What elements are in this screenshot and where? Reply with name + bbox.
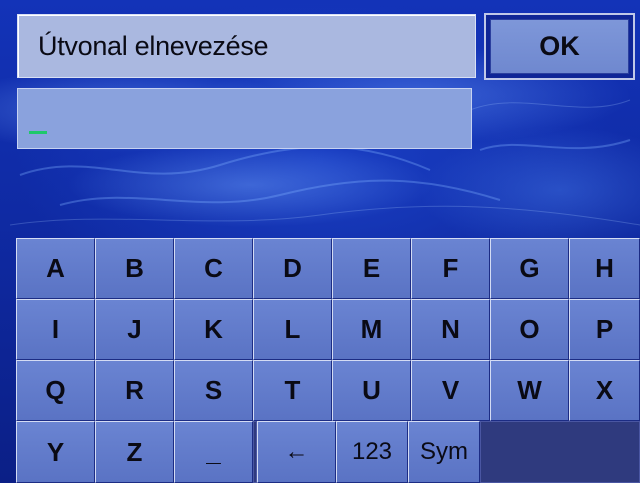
- key-b[interactable]: B: [95, 238, 174, 299]
- key-s[interactable]: S: [174, 360, 253, 421]
- key-m[interactable]: M: [332, 299, 411, 360]
- title-box: Útvonal elnevezése: [17, 14, 476, 78]
- key-p[interactable]: P: [569, 299, 640, 360]
- key-e[interactable]: E: [332, 238, 411, 299]
- on-screen-keyboard: A B C D E F G H I J K L M N O P Q R S T …: [16, 238, 640, 483]
- empty-key-area: [480, 421, 640, 483]
- key-i[interactable]: I: [16, 299, 95, 360]
- text-cursor: [29, 131, 47, 134]
- key-symbols[interactable]: Sym: [408, 421, 480, 483]
- key-underscore[interactable]: _: [174, 421, 253, 483]
- key-t[interactable]: T: [253, 360, 332, 421]
- key-w[interactable]: W: [490, 360, 569, 421]
- route-name-input[interactable]: [17, 88, 472, 149]
- key-g[interactable]: G: [490, 238, 569, 299]
- key-d[interactable]: D: [253, 238, 332, 299]
- key-q[interactable]: Q: [16, 360, 95, 421]
- key-j[interactable]: J: [95, 299, 174, 360]
- key-f[interactable]: F: [411, 238, 490, 299]
- key-z[interactable]: Z: [95, 421, 174, 483]
- key-v[interactable]: V: [411, 360, 490, 421]
- key-r[interactable]: R: [95, 360, 174, 421]
- ok-button-label: OK: [490, 19, 629, 74]
- key-y[interactable]: Y: [16, 421, 95, 483]
- key-o[interactable]: O: [490, 299, 569, 360]
- key-c[interactable]: C: [174, 238, 253, 299]
- key-a[interactable]: A: [16, 238, 95, 299]
- key-k[interactable]: K: [174, 299, 253, 360]
- page-title: Útvonal elnevezése: [38, 31, 269, 61]
- key-numbers[interactable]: 123: [336, 421, 408, 483]
- key-l[interactable]: L: [253, 299, 332, 360]
- ok-button[interactable]: OK: [484, 13, 635, 80]
- key-h[interactable]: H: [569, 238, 640, 299]
- key-n[interactable]: N: [411, 299, 490, 360]
- key-u[interactable]: U: [332, 360, 411, 421]
- key-x[interactable]: X: [569, 360, 640, 421]
- backspace-arrow-icon[interactable]: ←: [257, 421, 336, 483]
